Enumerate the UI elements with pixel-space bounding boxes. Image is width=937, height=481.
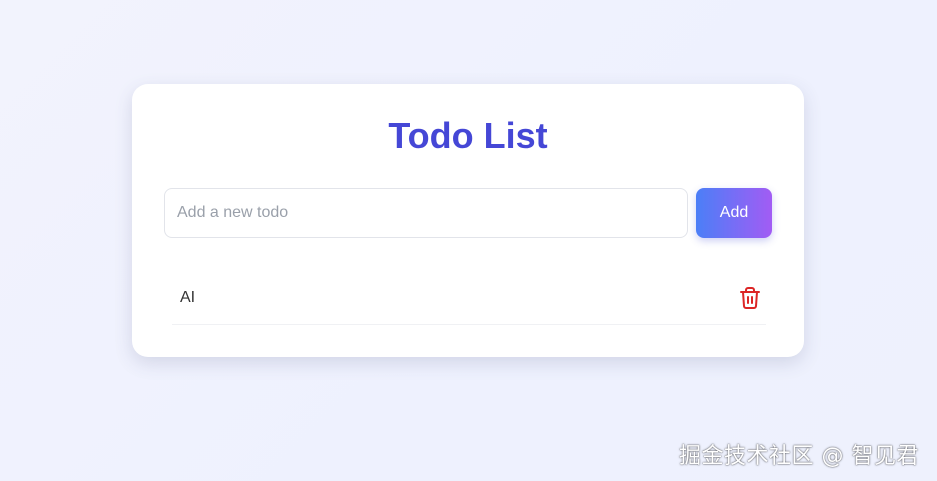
- todo-item-text: AI: [180, 289, 196, 306]
- delete-button[interactable]: [738, 286, 762, 310]
- todo-list: AI: [172, 274, 766, 325]
- todo-item: AI: [172, 274, 766, 325]
- todo-card: Todo List Add AI: [132, 84, 804, 357]
- todo-input-row: Add: [164, 188, 772, 238]
- trash-icon: [740, 287, 760, 309]
- watermark: 掘金技术社区 @ 智见君: [679, 444, 919, 469]
- page-title: Todo List: [388, 115, 548, 156]
- todo-input[interactable]: [164, 188, 688, 238]
- add-button[interactable]: Add: [696, 188, 772, 238]
